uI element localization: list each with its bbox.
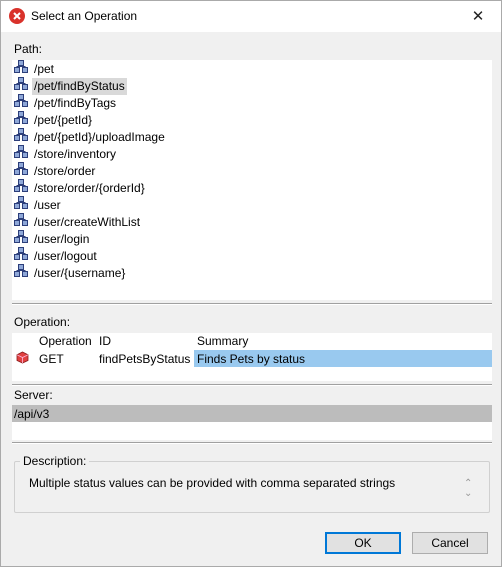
path-item-label: /store/order/{orderId} xyxy=(34,181,145,195)
path-item-label: /pet/findByStatus xyxy=(32,78,127,95)
operation-cube-icon xyxy=(16,351,29,367)
path-item-label: /store/inventory xyxy=(34,147,117,161)
operation-summary: Finds Pets by status xyxy=(197,352,306,366)
scroll-spinner-icon[interactable]: ⌃ ⌄ xyxy=(464,479,472,499)
path-list-item[interactable]: /store/order/{orderId} xyxy=(14,179,147,196)
path-list[interactable]: /pet/pet/findByStatus/pet/findByTags/pet… xyxy=(12,60,492,300)
path-item-label: /user/login xyxy=(34,232,90,246)
server-label: Server: xyxy=(14,388,53,402)
path-list-item[interactable]: /store/inventory xyxy=(14,145,118,162)
server-list[interactable]: /api/v3 xyxy=(12,405,492,440)
operation-method: GET xyxy=(39,352,64,366)
path-item-label: /pet/{petId} xyxy=(34,113,93,127)
app-icon xyxy=(9,8,25,24)
table-row[interactable]: GET findPetsByStatus Finds Pets by statu… xyxy=(12,350,492,367)
path-list-item[interactable]: /pet/findByStatus xyxy=(14,77,127,95)
path-item-label: /user/logout xyxy=(34,249,97,263)
path-list-item[interactable]: /pet xyxy=(14,60,56,77)
column-header-summary[interactable]: Summary xyxy=(197,334,248,348)
title-bar: Select an Operation ✕ xyxy=(1,1,501,32)
operation-label: Operation: xyxy=(14,315,71,329)
description-label: Description: xyxy=(20,454,90,468)
cancel-button[interactable]: Cancel xyxy=(412,532,488,554)
path-item-label: /store/order xyxy=(34,164,96,178)
path-list-item[interactable]: /user/logout xyxy=(14,247,99,264)
close-button[interactable]: ✕ xyxy=(455,1,501,32)
path-list-item[interactable]: /store/order xyxy=(14,162,97,179)
path-list-item[interactable]: /user/{username} xyxy=(14,264,127,281)
path-item-label: /pet/{petId}/uploadImage xyxy=(34,130,165,144)
path-label: Path: xyxy=(14,42,43,56)
path-item-label: /pet xyxy=(34,62,55,76)
server-item[interactable]: /api/v3 xyxy=(12,405,492,422)
path-list-item[interactable]: /user/createWithList xyxy=(14,213,142,230)
path-item-label: /pet/findByTags xyxy=(34,96,117,110)
path-list-item[interactable]: /pet/{petId}/uploadImage xyxy=(14,128,167,145)
path-list-item[interactable]: /pet/findByTags xyxy=(14,94,118,111)
server-url: /api/v3 xyxy=(14,407,50,421)
ok-button[interactable]: OK xyxy=(325,532,401,554)
path-item-label: /user/{username} xyxy=(34,266,126,280)
separator xyxy=(12,384,492,386)
path-item-label: /user/createWithList xyxy=(34,215,141,229)
operation-table: Operation ID Summary GET findPetsByStatu… xyxy=(12,333,492,381)
path-item-label: /user xyxy=(34,198,61,212)
column-header-operation[interactable]: Operation xyxy=(39,334,92,348)
dialog-window: Select an Operation ✕ Path: /pet/pet/fin… xyxy=(0,0,502,567)
path-list-item[interactable]: /user xyxy=(14,196,63,213)
operation-id: findPetsByStatus xyxy=(99,352,191,366)
separator xyxy=(12,442,492,444)
path-list-item[interactable]: /user/login xyxy=(14,230,91,247)
column-header-id[interactable]: ID xyxy=(99,334,111,348)
window-title: Select an Operation xyxy=(31,9,138,23)
description-text: Multiple status values can be provided w… xyxy=(29,476,396,490)
path-list-item[interactable]: /pet/{petId} xyxy=(14,111,94,128)
endpoint-tree-icon xyxy=(14,264,28,283)
separator xyxy=(12,303,492,305)
